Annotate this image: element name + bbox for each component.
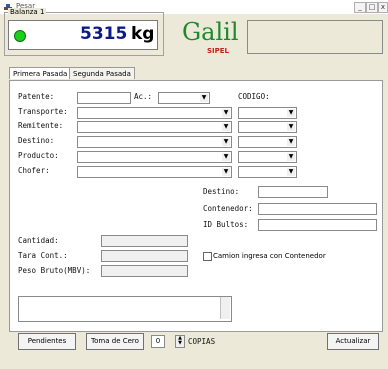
producto-select[interactable]: ▼ (77, 151, 232, 163)
id-bultos-label: ID Bultos: (203, 220, 249, 229)
producto-label: Producto: (18, 151, 59, 160)
status-box (247, 20, 383, 54)
chevron-down-icon[interactable]: ▼ (287, 138, 295, 146)
chevron-down-icon[interactable]: ▼ (287, 123, 295, 131)
destino-label: Destino: (18, 136, 55, 145)
destino2-label: Destino: (203, 187, 240, 196)
ac-select[interactable]: ▼ (158, 92, 210, 104)
copias-label: COPIAS (188, 337, 216, 346)
tab-primera-pasada[interactable]: Primera Pasada (9, 67, 72, 79)
chofer-label: Chofer: (18, 166, 50, 175)
copias-stepper[interactable]: ▲ ▼ (175, 335, 185, 348)
actualizar-button[interactable]: Actualizar (327, 333, 379, 350)
patente-label: Patente: (18, 92, 55, 101)
toma-cero-button[interactable]: Toma de Cero (86, 333, 144, 350)
minimize-button[interactable]: _ (354, 2, 366, 13)
brand-sub: SIPEL (207, 47, 230, 55)
id-bultos-input[interactable] (258, 219, 377, 231)
chofer-codigo-select[interactable]: ▼ (238, 166, 297, 178)
tab-segunda-pasada[interactable]: Segunda Pasada (69, 67, 135, 79)
transporte-codigo-select[interactable]: ▼ (238, 107, 297, 119)
peso-bruto-label: Peso Bruto(MBV): (18, 266, 91, 275)
chevron-down-icon[interactable]: ▼ (222, 109, 230, 117)
transporte-label: Transporte: (18, 107, 68, 116)
notes-scrollbar[interactable] (220, 297, 230, 319)
contenedor-checkbox[interactable] (203, 252, 212, 261)
chevron-down-icon[interactable]: ▼ (222, 138, 230, 146)
scale-group-label: Balanza 1 (8, 8, 47, 16)
copias-input[interactable]: 0 (151, 335, 165, 348)
chofer-select[interactable]: ▼ (77, 166, 232, 178)
weight-value: 5315 (80, 24, 128, 44)
tara-input[interactable] (101, 250, 188, 262)
contenedor-checkbox-label: Camion ingresa con Contenedor (213, 252, 326, 260)
destino2-input[interactable] (258, 186, 328, 198)
chevron-down-icon[interactable]: ▼ (222, 123, 230, 131)
chevron-down-icon[interactable]: ▼ (287, 168, 295, 176)
contenedor-label: Contenedor: (203, 204, 253, 213)
maximize-button[interactable]: □ (366, 2, 378, 13)
remitente-label: Remitente: (18, 121, 64, 130)
cantidad-label: Cantidad: (18, 236, 59, 245)
patente-input[interactable] (77, 92, 131, 104)
remitente-select[interactable]: ▼ (77, 121, 232, 133)
stepper-down-icon[interactable]: ▼ (176, 341, 184, 346)
notes-textarea[interactable] (18, 296, 232, 322)
close-button[interactable]: x (378, 2, 388, 13)
chevron-down-icon[interactable]: ▼ (222, 153, 230, 161)
contenedor-input[interactable] (258, 203, 377, 215)
weight-unit: kg (131, 24, 155, 44)
destino-codigo-select[interactable]: ▼ (238, 136, 297, 148)
chevron-down-icon[interactable]: ▼ (222, 168, 230, 176)
pendientes-button[interactable]: Pendientes (18, 333, 76, 350)
remitente-codigo-select[interactable]: ▼ (238, 121, 297, 133)
codigo-label: CODIGO: (238, 92, 270, 101)
cantidad-input[interactable] (101, 235, 188, 247)
status-led-icon (14, 30, 26, 42)
producto-codigo-select[interactable]: ▼ (238, 151, 297, 163)
destino-select[interactable]: ▼ (77, 136, 232, 148)
chevron-down-icon[interactable]: ▼ (287, 109, 295, 117)
chevron-down-icon[interactable]: ▼ (287, 153, 295, 161)
peso-bruto-input[interactable] (101, 265, 188, 277)
chevron-down-icon[interactable]: ▼ (200, 94, 208, 102)
ac-label: Ac.: (134, 92, 153, 101)
brand-logo: Galil (182, 18, 239, 46)
tara-label: Tara Cont.: (18, 251, 68, 260)
transporte-select[interactable]: ▼ (77, 107, 232, 119)
